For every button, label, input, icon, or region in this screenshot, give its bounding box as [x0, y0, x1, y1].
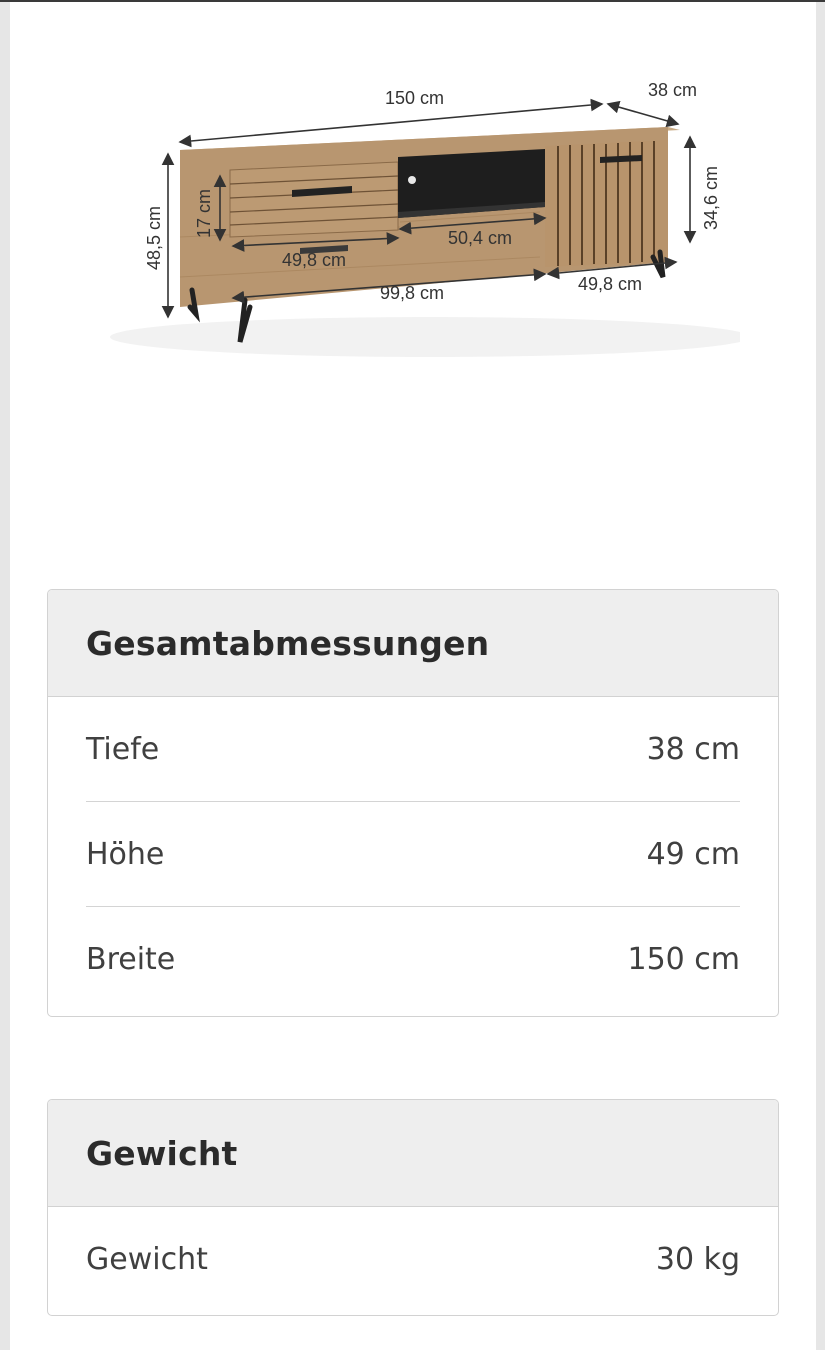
spec-row-width: Breite 150 cm — [86, 907, 740, 1012]
dimensions-card-title: Gesamtabmessungen — [86, 623, 490, 663]
spec-value: 38 cm — [646, 731, 740, 767]
spec-row-depth: Tiefe 38 cm — [86, 697, 740, 802]
dim-total-width: 150 cm — [385, 88, 444, 108]
dimensions-card: Gesamtabmessungen Tiefe 38 cm Höhe 49 cm… — [47, 589, 779, 1017]
dim-depth: 38 cm — [648, 80, 697, 100]
dim-door-height: 34,6 cm — [701, 166, 721, 230]
dim-total-height: 48,5 cm — [144, 206, 164, 270]
weight-card: Gewicht Gewicht 30 kg — [47, 1099, 779, 1316]
dimensions-card-header: Gesamtabmessungen — [48, 590, 778, 697]
dim-drawer-width: 49,8 cm — [282, 250, 346, 270]
product-page: 150 cm 38 cm 48,5 cm 17 cm 34,6 cm 49,8 … — [10, 2, 816, 1350]
product-dimension-image: 150 cm 38 cm 48,5 cm 17 cm 34,6 cm 49,8 … — [100, 62, 740, 392]
spec-value: 49 cm — [646, 836, 740, 872]
spec-label: Breite — [86, 942, 176, 977]
tv-stand-illustration: 150 cm 38 cm 48,5 cm 17 cm 34,6 cm 49,8 … — [110, 80, 740, 357]
spec-value: 30 kg — [655, 1242, 740, 1277]
weight-card-title: Gewicht — [86, 1133, 238, 1173]
spec-label: Tiefe — [86, 731, 160, 767]
spec-row-weight: Gewicht 30 kg — [86, 1207, 740, 1312]
dim-left-section-width: 99,8 cm — [380, 283, 444, 303]
weight-card-header: Gewicht — [48, 1100, 778, 1207]
spec-label: Gewicht — [86, 1242, 208, 1277]
spec-label: Höhe — [86, 836, 165, 872]
dim-shelf-width: 50,4 cm — [448, 228, 512, 248]
spec-value: 150 cm — [627, 942, 740, 977]
dim-door-width: 49,8 cm — [578, 274, 642, 294]
dim-drawer-height: 17 cm — [194, 189, 214, 238]
spec-row-height: Höhe 49 cm — [86, 802, 740, 907]
